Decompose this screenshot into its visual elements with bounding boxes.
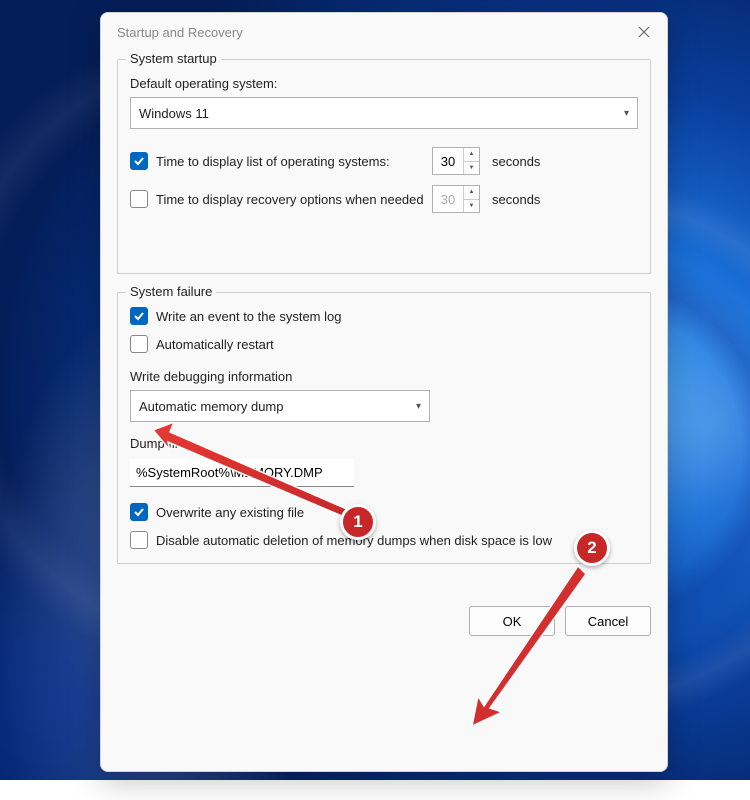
- dialog-button-row: OK Cancel: [101, 598, 667, 636]
- time-recovery-value[interactable]: [433, 186, 463, 212]
- spin-down-icon[interactable]: ▼: [464, 200, 479, 213]
- time-recovery-spinner[interactable]: ▲▼: [432, 185, 480, 213]
- auto-restart-label: Automatically restart: [156, 337, 274, 352]
- annotation-badge-1: 1: [340, 504, 376, 540]
- system-failure-group: System failure Write an event to the sys…: [117, 292, 651, 564]
- check-icon: [133, 310, 145, 322]
- ok-button[interactable]: OK: [469, 606, 555, 636]
- time-os-list-unit: seconds: [492, 154, 540, 169]
- write-debug-label: Write debugging information: [130, 369, 638, 384]
- dump-file-input[interactable]: [130, 459, 354, 487]
- time-os-list-spinner[interactable]: ▲▼: [432, 147, 480, 175]
- system-startup-group: System startup Default operating system:…: [117, 59, 651, 274]
- system-startup-legend: System startup: [126, 51, 221, 66]
- time-recovery-unit: seconds: [492, 192, 540, 207]
- spinner-buttons[interactable]: ▲▼: [463, 148, 479, 174]
- cancel-button[interactable]: Cancel: [565, 606, 651, 636]
- system-failure-legend: System failure: [126, 284, 216, 299]
- check-icon: [133, 155, 145, 167]
- spin-up-icon[interactable]: ▲: [464, 186, 479, 200]
- default-os-combo[interactable]: Windows 11 ▾: [130, 97, 638, 129]
- debug-dump-value: Automatic memory dump: [139, 399, 284, 414]
- spin-down-icon[interactable]: ▼: [464, 162, 479, 175]
- time-os-list-value[interactable]: [433, 148, 463, 174]
- close-icon: [638, 26, 650, 38]
- time-os-list-label: Time to display list of operating system…: [156, 154, 424, 169]
- write-event-checkbox[interactable]: [130, 307, 148, 325]
- time-recovery-label: Time to display recovery options when ne…: [156, 192, 424, 207]
- chevron-down-icon: ▾: [624, 108, 629, 119]
- chevron-down-icon: ▾: [416, 401, 421, 412]
- auto-restart-checkbox[interactable]: [130, 335, 148, 353]
- overwrite-label: Overwrite any existing file: [156, 505, 304, 520]
- dump-file-label: Dump file:: [130, 436, 638, 451]
- write-event-label: Write an event to the system log: [156, 309, 341, 324]
- annotation-badge-2: 2: [574, 530, 610, 566]
- time-recovery-checkbox[interactable]: [130, 190, 148, 208]
- default-os-label: Default operating system:: [130, 76, 638, 91]
- dialog-title: Startup and Recovery: [117, 25, 243, 40]
- titlebar: Startup and Recovery: [101, 13, 667, 51]
- close-button[interactable]: [635, 23, 653, 41]
- disable-delete-checkbox[interactable]: [130, 531, 148, 549]
- overwrite-checkbox[interactable]: [130, 503, 148, 521]
- time-os-list-checkbox[interactable]: [130, 152, 148, 170]
- startup-recovery-dialog: Startup and Recovery System startup Defa…: [100, 12, 668, 772]
- spin-up-icon[interactable]: ▲: [464, 148, 479, 162]
- spinner-buttons[interactable]: ▲▼: [463, 186, 479, 212]
- check-icon: [133, 506, 145, 518]
- default-os-value: Windows 11: [139, 106, 209, 121]
- debug-dump-combo[interactable]: Automatic memory dump ▾: [130, 390, 430, 422]
